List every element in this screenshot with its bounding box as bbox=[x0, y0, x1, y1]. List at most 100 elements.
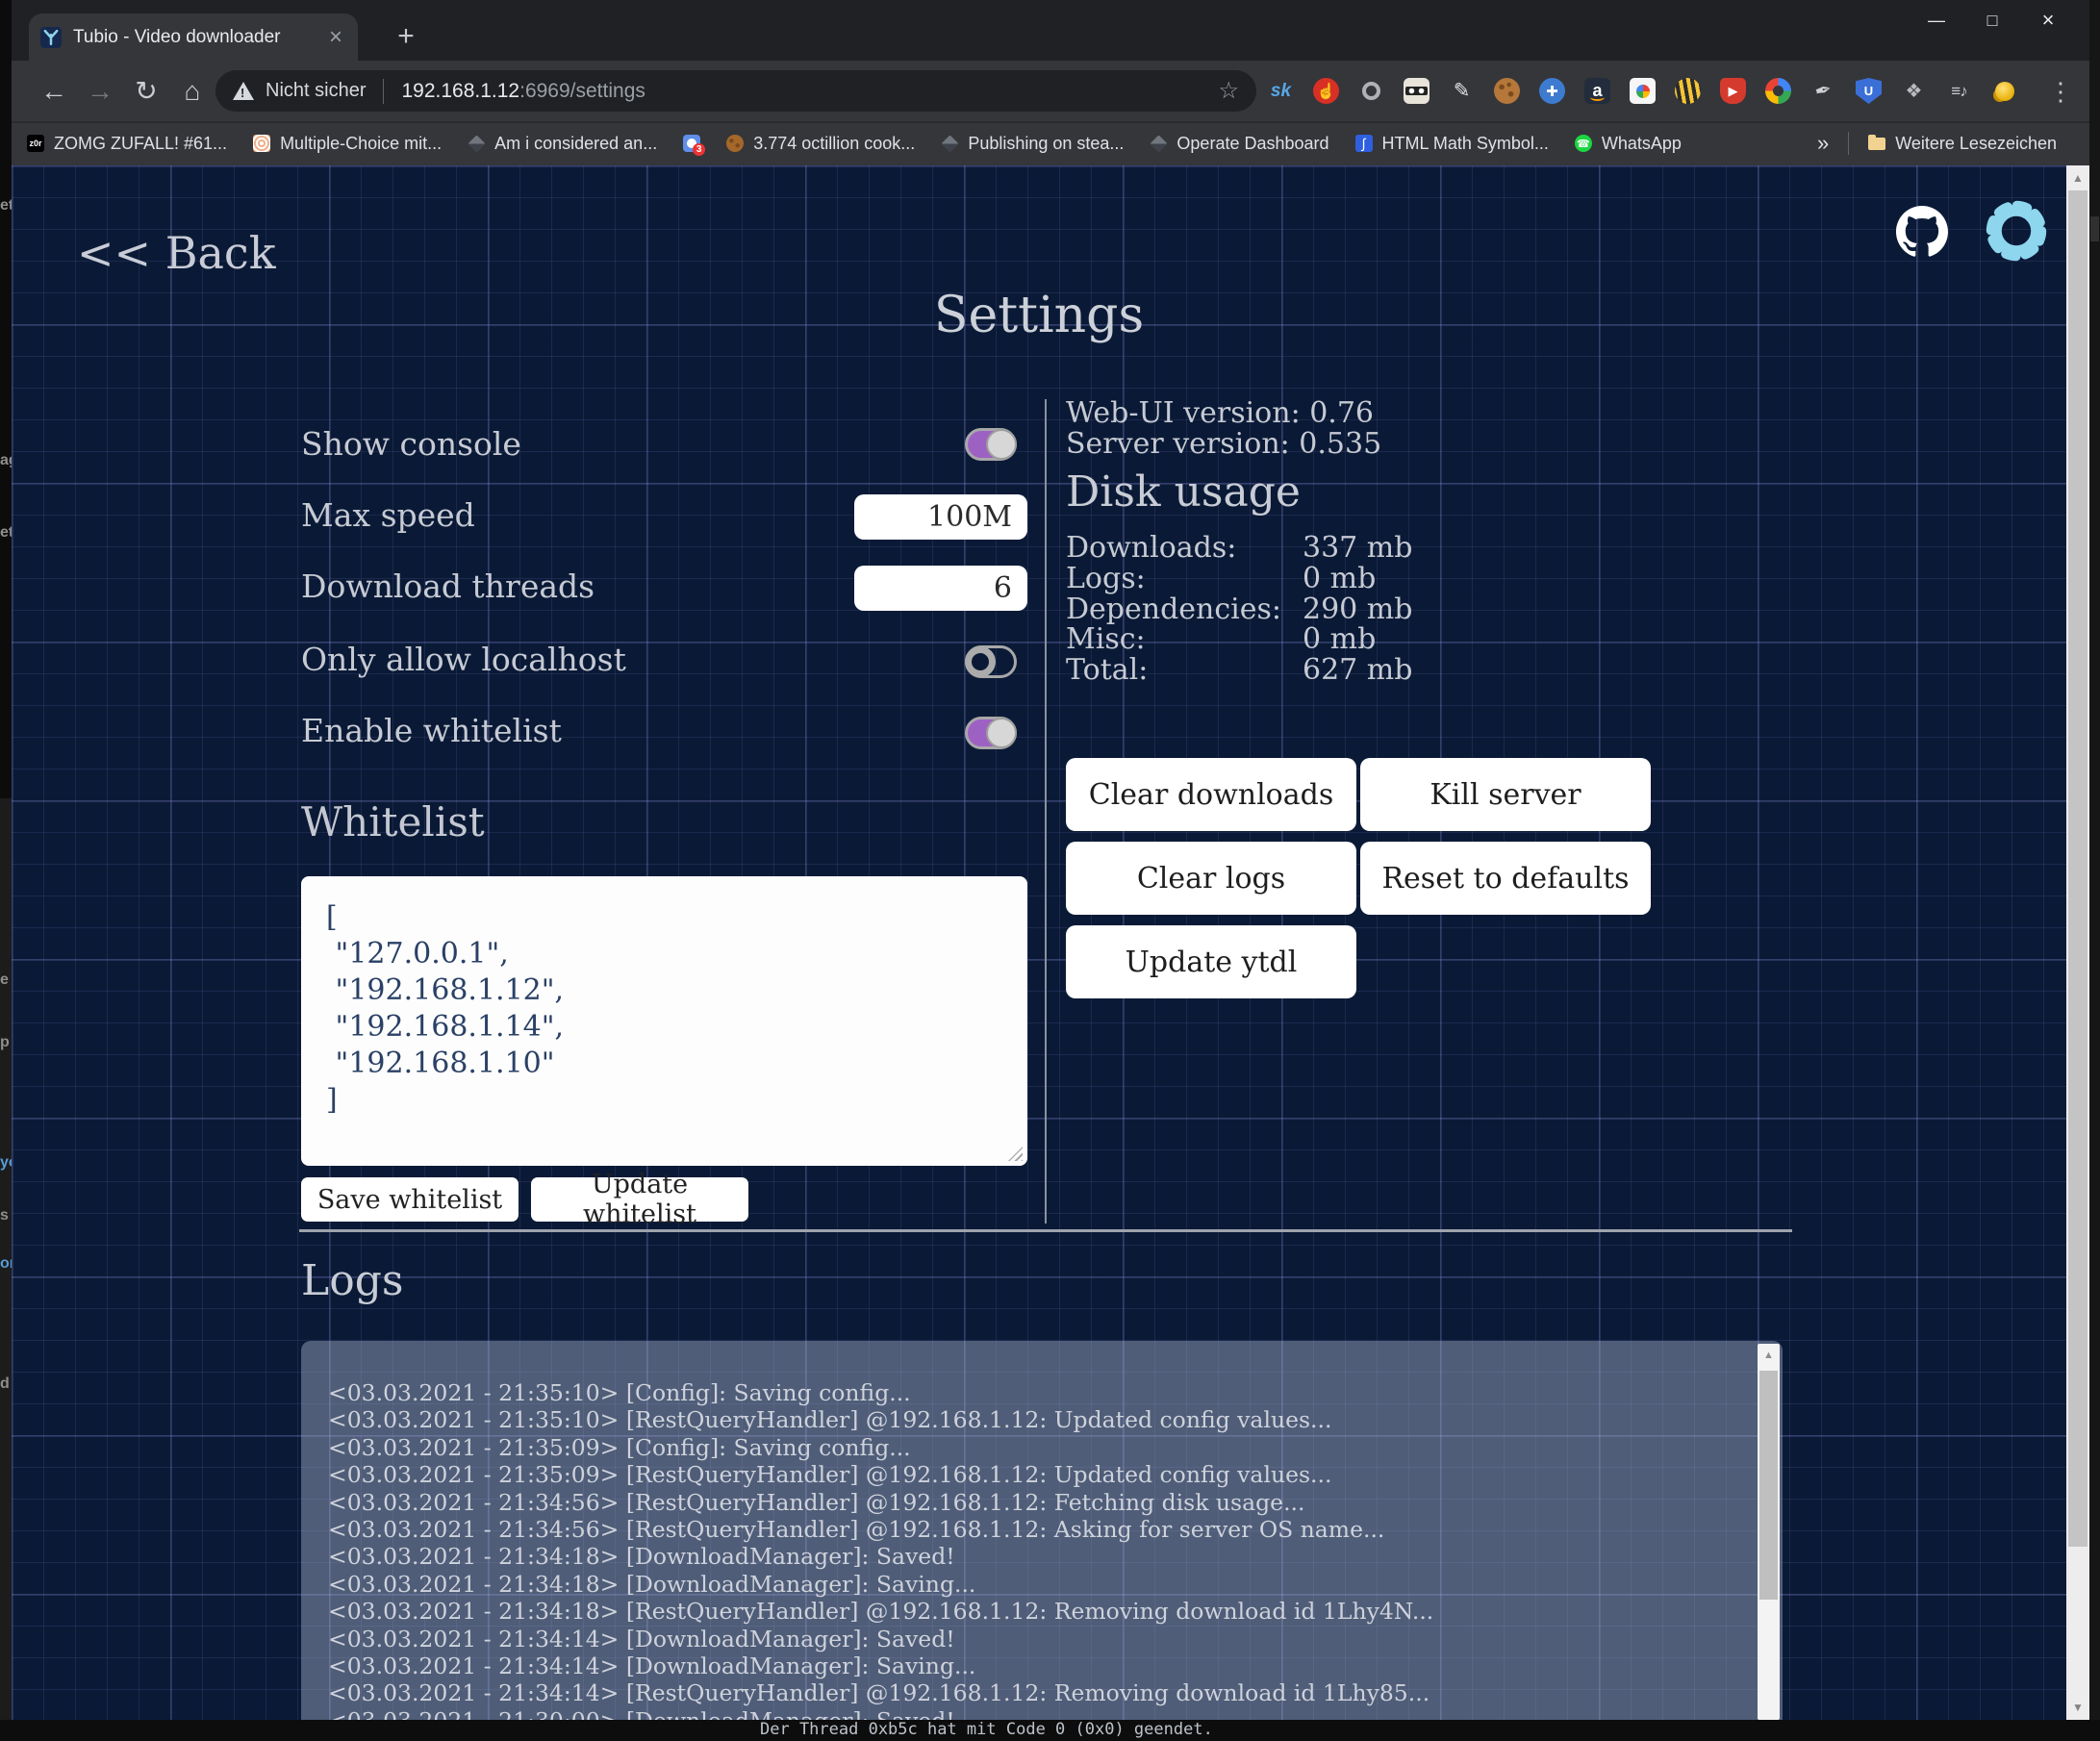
folder-icon bbox=[1868, 138, 1885, 150]
update-whitelist-button[interactable]: Update whitelist bbox=[531, 1177, 748, 1222]
log-line: <03.03.2021 - 21:34:14> [RestQueryHandle… bbox=[328, 1679, 1734, 1706]
page-scrollbar[interactable]: ▲ ▼ bbox=[2066, 165, 2089, 1720]
back-link[interactable]: << Back bbox=[77, 227, 276, 279]
back-icon[interactable]: ← bbox=[35, 72, 73, 111]
bookmark-label: Multiple-Choice mit... bbox=[280, 134, 442, 154]
reload-icon[interactable]: ↻ bbox=[127, 72, 165, 111]
url-host: 192.168.1.12 bbox=[401, 80, 519, 103]
ext-sk-icon[interactable]: sk bbox=[1268, 78, 1294, 104]
page-scrollbar-thumb[interactable] bbox=[2068, 190, 2087, 1547]
clear-logs-button[interactable]: Clear logs bbox=[1066, 842, 1356, 915]
disk-row-label: Dependencies: bbox=[1066, 593, 1281, 626]
ext-ublock-shield-icon[interactable]: U bbox=[1856, 78, 1882, 104]
window-close-button[interactable]: × bbox=[2020, 0, 2076, 43]
setting-label-download-threads: Download threads bbox=[301, 568, 595, 605]
scroll-down-icon[interactable]: ▼ bbox=[2066, 1701, 2089, 1714]
settings-gear-icon[interactable] bbox=[1986, 200, 2047, 262]
bookmark-label: 3.774 octillion cook... bbox=[753, 134, 915, 154]
background-text-fragment: p bbox=[0, 1034, 10, 1051]
home-icon[interactable]: ⌂ bbox=[173, 72, 212, 111]
not-secure-warning-icon[interactable]: ! bbox=[233, 82, 254, 100]
log-line: <03.03.2021 - 21:34:56> [RestQueryHandle… bbox=[328, 1489, 1734, 1516]
background-text-fragment: e bbox=[0, 971, 9, 989]
reset-defaults-button[interactable]: Reset to defaults bbox=[1360, 842, 1651, 915]
forward-icon[interactable]: → bbox=[81, 72, 119, 111]
ext-blue-cross-icon[interactable]: ✚ bbox=[1539, 78, 1565, 104]
address-bar[interactable]: ! Nicht sicher 192.168.1.12 :6969/settin… bbox=[215, 70, 1256, 112]
steam-cube-favicon bbox=[941, 135, 958, 152]
scroll-up-icon[interactable]: ▲ bbox=[1758, 1350, 1780, 1361]
whitelist-textarea[interactable]: [ "127.0.0.1", "192.168.1.12", "192.168.… bbox=[301, 876, 1027, 1166]
ext-cookie-icon[interactable] bbox=[1494, 78, 1520, 104]
background-output-bar: Der Thread 0xb5c hat mit Code 0 (0x0) ge… bbox=[0, 1720, 2100, 1741]
bookmark-operate-dashboard[interactable]: Operate Dashboard bbox=[1150, 134, 1328, 154]
log-line: <03.03.2021 - 21:35:10> [Config]: Saving… bbox=[328, 1379, 1734, 1406]
page-content: << Back Settings Show console Max speed … bbox=[12, 165, 2089, 1720]
toggle-knob bbox=[986, 718, 1017, 748]
kill-server-button[interactable]: Kill server bbox=[1360, 758, 1651, 831]
bookmark-html-math[interactable]: ∫ HTML Math Symbol... bbox=[1355, 134, 1549, 154]
max-speed-input[interactable] bbox=[854, 494, 1027, 540]
bookmark-badged[interactable]: 3 bbox=[683, 135, 700, 152]
bookmark-am-i-considered[interactable]: Am i considered an... bbox=[468, 134, 657, 154]
ext-syringe-icon[interactable]: ✒ bbox=[1808, 75, 1839, 107]
ext-photos-icon[interactable] bbox=[1630, 78, 1656, 104]
bookmark-publishing-steam[interactable]: Publishing on stea... bbox=[941, 134, 1124, 154]
url-path: :6969/settings bbox=[519, 80, 645, 103]
background-text-fragment: et bbox=[0, 524, 12, 542]
page-title: Settings bbox=[12, 287, 2066, 344]
ext-robber-mask-icon[interactable] bbox=[1404, 78, 1430, 104]
ext-amazon-icon[interactable]: a bbox=[1584, 78, 1610, 104]
scroll-up-icon[interactable]: ▲ bbox=[2066, 171, 2089, 185]
debug-output-text: Der Thread 0xb5c hat mit Code 0 (0x0) ge… bbox=[760, 1720, 1213, 1739]
bookmark-whatsapp[interactable]: ☎ WhatsApp bbox=[1575, 134, 1682, 154]
toggle-enable-whitelist[interactable] bbox=[965, 717, 1017, 749]
bookmark-star-icon[interactable]: ☆ bbox=[1218, 77, 1239, 105]
window-minimize-button[interactable]: — bbox=[1909, 0, 1964, 43]
ext-adblock-hand-icon[interactable]: ☝ bbox=[1313, 78, 1339, 104]
log-line: <03.03.2021 - 21:34:18> [DownloadManager… bbox=[328, 1571, 1734, 1598]
new-tab-button[interactable]: + bbox=[389, 19, 423, 54]
titlebar: Tubio - Video downloader × + — □ × bbox=[12, 0, 2089, 61]
background-text-fragment: or bbox=[0, 1255, 12, 1273]
setting-label-enable-whitelist: Enable whitelist bbox=[301, 712, 562, 749]
window-maximize-button[interactable]: □ bbox=[1964, 0, 2020, 43]
log-scrollbar[interactable]: ▲ bbox=[1758, 1344, 1780, 1720]
setting-label-max-speed: Max speed bbox=[301, 496, 475, 534]
toggle-only-localhost[interactable] bbox=[965, 645, 1017, 678]
log-scrollbar-thumb[interactable] bbox=[1759, 1371, 1778, 1600]
update-ytdl-button[interactable]: Update ytdl bbox=[1066, 925, 1356, 998]
background-window-right bbox=[2089, 0, 2100, 1741]
disk-row-value: 0 mb bbox=[1303, 622, 1376, 656]
bookmark-cookie-clicker[interactable]: 3.774 octillion cook... bbox=[726, 134, 915, 154]
log-line: <03.03.2021 - 21:35:09> [Config]: Saving… bbox=[328, 1434, 1734, 1461]
ext-puzzle-icon[interactable]: ❖ bbox=[1901, 78, 1927, 104]
bookmark-label: HTML Math Symbol... bbox=[1382, 134, 1549, 154]
ext-bee-icon[interactable] bbox=[1675, 78, 1701, 104]
browser-menu-icon[interactable]: ⋮ bbox=[2043, 72, 2078, 111]
browser-tab[interactable]: Tubio - Video downloader × bbox=[29, 13, 358, 61]
download-threads-input[interactable] bbox=[854, 566, 1027, 611]
ext-ring-icon[interactable] bbox=[1362, 82, 1380, 100]
github-icon[interactable] bbox=[1896, 206, 1948, 258]
other-bookmarks-label[interactable]: Weitere Lesezeichen bbox=[1895, 134, 2057, 154]
whatsapp-favicon: ☎ bbox=[1575, 135, 1592, 152]
disk-usage-heading: Disk usage bbox=[1066, 467, 1301, 517]
disk-row-label: Misc: bbox=[1066, 622, 1146, 656]
bookmarks-overflow-icon[interactable]: » bbox=[1817, 131, 1829, 156]
background-text-fragment: ag bbox=[0, 452, 12, 469]
bookmark-multiple-choice[interactable]: Multiple-Choice mit... bbox=[253, 134, 442, 154]
ext-pen-icon[interactable]: ✎ bbox=[1449, 78, 1475, 104]
disk-row-value: 0 mb bbox=[1303, 562, 1376, 595]
background-window-left: et ag et e p yo s or d bbox=[0, 0, 12, 1741]
ext-google-icon[interactable] bbox=[1765, 78, 1791, 104]
ext-playlist-icon[interactable]: ≡♪ bbox=[1946, 78, 1972, 104]
save-whitelist-button[interactable]: Save whitelist bbox=[301, 1177, 519, 1222]
clear-downloads-button[interactable]: Clear downloads bbox=[1066, 758, 1356, 831]
ext-video-shield-icon[interactable]: ▶ bbox=[1720, 78, 1746, 104]
ext-coins-icon[interactable] bbox=[1991, 78, 2017, 104]
toggle-show-console[interactable] bbox=[965, 428, 1017, 461]
tab-close-icon[interactable]: × bbox=[325, 26, 346, 49]
bookmark-z0r[interactable]: z0r ZOMG ZUFALL! #61... bbox=[27, 134, 227, 154]
whitelist-editor-wrap: [ "127.0.0.1", "192.168.1.12", "192.168.… bbox=[301, 876, 1027, 1166]
